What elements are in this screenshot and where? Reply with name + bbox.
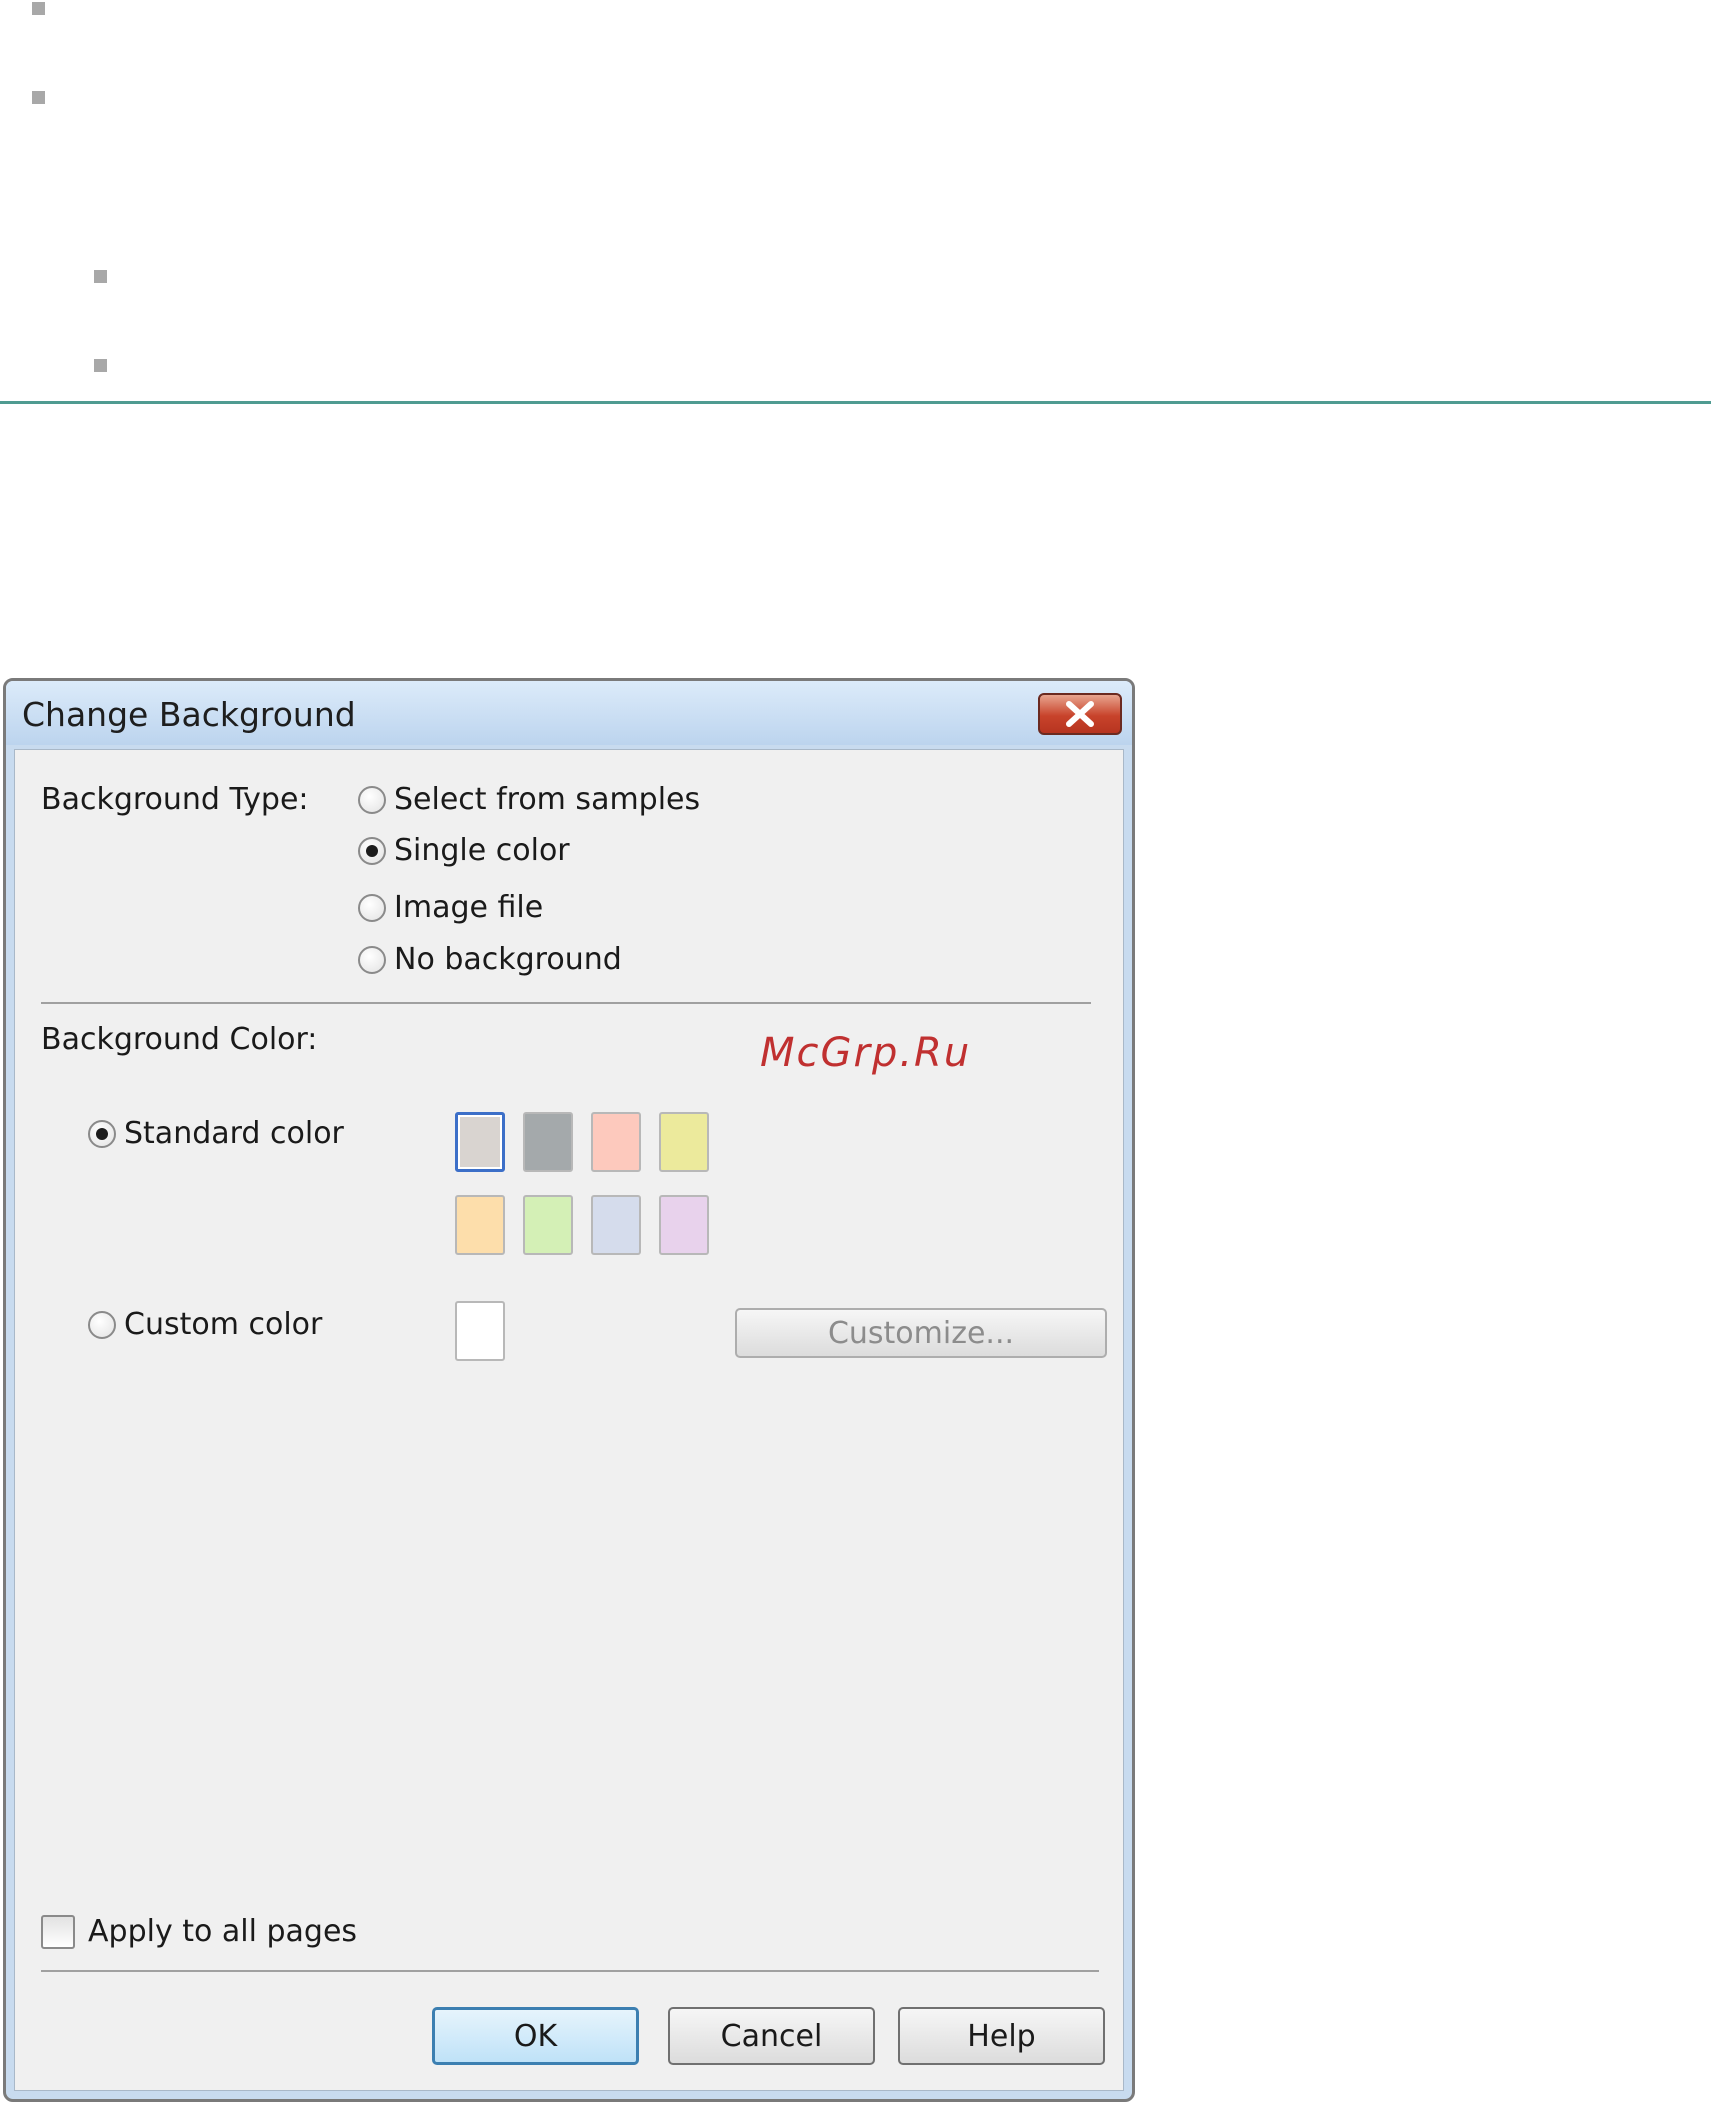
- radio-button[interactable]: [358, 893, 386, 922]
- separator: [41, 1970, 1099, 1972]
- background-color-label: Background Color:: [41, 1022, 318, 1057]
- radio-button[interactable]: [88, 1310, 116, 1339]
- color-swatch[interactable]: [523, 1195, 573, 1255]
- radio-button[interactable]: [88, 1119, 116, 1148]
- radio-label: No background: [394, 942, 622, 977]
- close-icon: [1066, 701, 1094, 727]
- radio-single-color[interactable]: Single color: [358, 833, 570, 868]
- change-background-dialog: Change Background Background Type: Selec…: [3, 678, 1135, 2102]
- radio-button[interactable]: [358, 945, 386, 974]
- color-swatch[interactable]: [659, 1195, 709, 1255]
- background-type-label: Background Type:: [41, 782, 309, 817]
- radio-standard-color[interactable]: Standard color: [88, 1116, 344, 1151]
- apply-all-pages-checkbox[interactable]: [41, 1915, 75, 1949]
- radio-select-from-samples[interactable]: Select from samples: [358, 782, 700, 817]
- color-swatch[interactable]: [455, 1112, 505, 1172]
- radio-label: Custom color: [124, 1307, 323, 1342]
- radio-button[interactable]: [358, 836, 386, 865]
- bullet-marker: [94, 270, 107, 283]
- radio-button[interactable]: [358, 785, 386, 814]
- radio-label: Image file: [394, 890, 544, 925]
- radio-custom-color[interactable]: Custom color: [88, 1307, 322, 1342]
- color-swatch[interactable]: [523, 1112, 573, 1172]
- section-divider: [0, 401, 1711, 404]
- apply-all-pages-label: Apply to all pages: [88, 1914, 358, 1949]
- title-bar[interactable]: Change Background: [6, 681, 1132, 745]
- color-swatch[interactable]: [659, 1112, 709, 1172]
- separator: [41, 1002, 1091, 1004]
- radio-label: Single color: [394, 833, 570, 868]
- radio-image-file[interactable]: Image file: [358, 890, 543, 925]
- ok-button[interactable]: OK: [432, 2007, 639, 2065]
- radio-no-background[interactable]: No background: [358, 942, 622, 977]
- bullet-marker: [32, 2, 45, 15]
- color-swatch[interactable]: [591, 1112, 641, 1172]
- color-swatch[interactable]: [455, 1195, 505, 1255]
- radio-label: Select from samples: [394, 782, 701, 817]
- cancel-button[interactable]: Cancel: [668, 2007, 875, 2065]
- bullet-marker: [32, 91, 45, 104]
- bullet-marker: [94, 359, 107, 372]
- radio-label: Standard color: [124, 1116, 344, 1151]
- color-swatch[interactable]: [591, 1195, 641, 1255]
- dialog-body: Background Type: Select from samples Sin…: [14, 749, 1124, 2091]
- close-button[interactable]: [1038, 693, 1122, 735]
- help-button[interactable]: Help: [898, 2007, 1105, 2065]
- customize-button[interactable]: Customize...: [735, 1308, 1107, 1358]
- custom-color-swatch: [455, 1301, 505, 1361]
- watermark-text: McGrp.Ru: [760, 1030, 972, 1076]
- dialog-title: Change Background: [22, 695, 356, 734]
